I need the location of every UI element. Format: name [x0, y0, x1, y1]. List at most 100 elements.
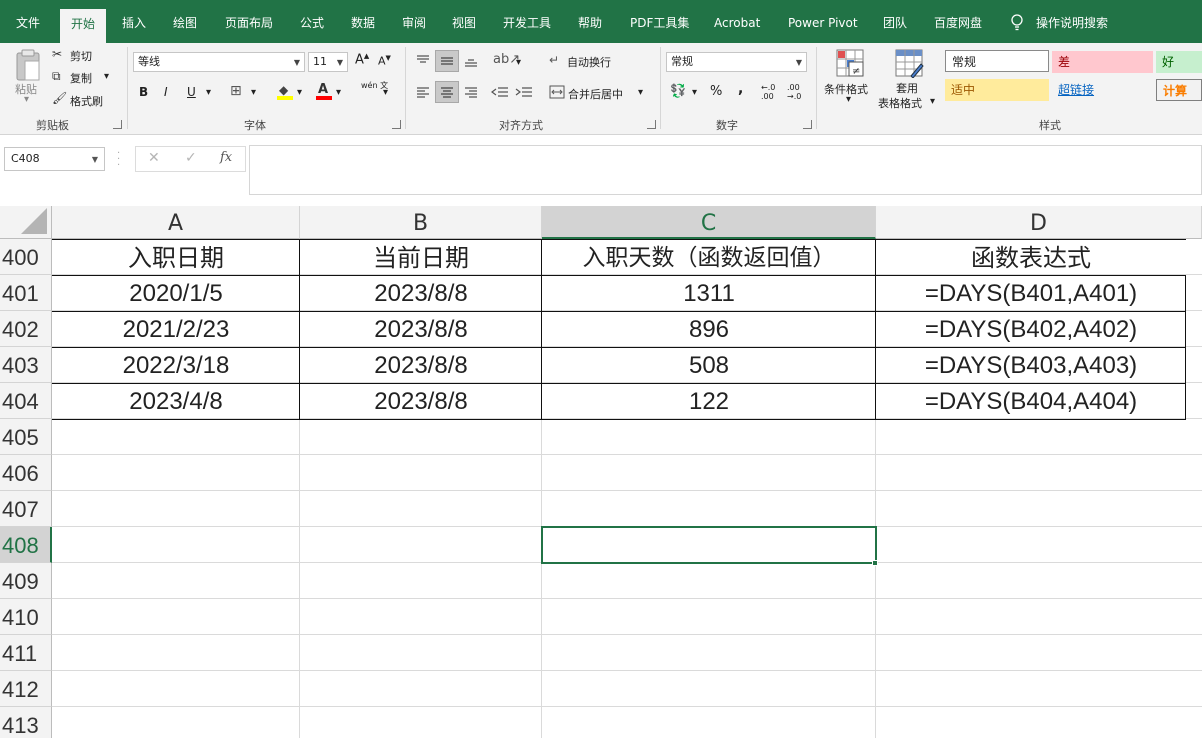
cell-a401[interactable]: 2020/1/5: [52, 275, 300, 311]
cell-a404[interactable]: 2023/4/8: [52, 383, 300, 419]
row-header-403[interactable]: 403: [0, 347, 52, 383]
number-launcher-icon[interactable]: [803, 120, 812, 129]
row-header-410[interactable]: 410: [0, 599, 52, 635]
tab-developer[interactable]: 开发工具: [503, 0, 551, 43]
row-header-407[interactable]: 407: [0, 491, 52, 527]
tab-baidu-netdisk[interactable]: 百度网盘: [934, 0, 982, 43]
cell-c404[interactable]: 122: [542, 383, 876, 419]
italic-button[interactable]: I: [164, 85, 168, 99]
align-top-icon[interactable]: [415, 53, 431, 69]
accounting-dropdown-arrow[interactable]: ▾: [692, 87, 697, 98]
tab-review[interactable]: 审阅: [402, 0, 426, 43]
alignment-launcher-icon[interactable]: [647, 120, 656, 129]
column-header-d[interactable]: D: [876, 206, 1202, 239]
font-color-dropdown-arrow[interactable]: ▾: [336, 87, 341, 98]
formula-bar-grip-icon[interactable]: · · ·: [117, 149, 120, 171]
row-header-412[interactable]: 412: [0, 671, 52, 707]
column-header-b[interactable]: B: [300, 206, 542, 239]
tab-file[interactable]: 文件: [16, 0, 40, 43]
decrease-indent-icon[interactable]: [491, 84, 509, 100]
phonetic-guide-icon[interactable]: wén 文: [361, 81, 388, 91]
cell-d401[interactable]: =DAYS(B401,A401): [876, 275, 1186, 311]
orientation-dropdown-arrow[interactable]: ▾: [516, 57, 521, 68]
fill-color-icon[interactable]: ◆: [277, 83, 293, 100]
column-header-a[interactable]: A: [52, 206, 300, 239]
cell-b402[interactable]: 2023/8/8: [300, 311, 542, 347]
tab-help[interactable]: 帮助: [578, 0, 602, 43]
enter-icon[interactable]: ✓: [185, 150, 197, 166]
active-cell-c408[interactable]: [541, 526, 877, 564]
decrease-decimal-button[interactable]: .00 →.0: [787, 83, 809, 101]
column-header-c[interactable]: C: [542, 206, 876, 239]
cell-d400[interactable]: 函数表达式: [876, 239, 1186, 275]
cell-d403[interactable]: =DAYS(B403,A403): [876, 347, 1186, 383]
align-bottom-icon[interactable]: [463, 53, 479, 69]
wrap-text-button[interactable]: 自动换行: [567, 54, 611, 70]
tab-view[interactable]: 视图: [452, 0, 476, 43]
cell-c402[interactable]: 896: [542, 311, 876, 347]
cell-b404[interactable]: 2023/8/8: [300, 383, 542, 419]
copy-dropdown-arrow[interactable]: ▾: [104, 71, 109, 82]
cell-b403[interactable]: 2023/8/8: [300, 347, 542, 383]
paste-icon[interactable]: [14, 48, 42, 82]
format-as-table-dropdown-arrow[interactable]: ▾: [930, 96, 935, 107]
cell-b401[interactable]: 2023/8/8: [300, 275, 542, 311]
row-header-411[interactable]: 411: [0, 635, 52, 671]
font-color-icon[interactable]: A: [316, 82, 332, 100]
tab-power-pivot[interactable]: Power Pivot: [788, 0, 858, 43]
format-painter-button[interactable]: 格式刷: [70, 93, 103, 109]
insert-function-icon[interactable]: fx: [220, 150, 232, 165]
font-name-select[interactable]: 等线 ▼: [133, 52, 305, 72]
tab-insert[interactable]: 插入: [122, 0, 146, 43]
tab-home[interactable]: 开始: [60, 9, 107, 43]
format-as-table-button-line1[interactable]: 套用: [896, 80, 918, 96]
tab-page-layout[interactable]: 页面布局: [225, 0, 273, 43]
formula-input[interactable]: [249, 145, 1202, 195]
cell-a400[interactable]: 入职日期: [52, 239, 300, 275]
number-format-select[interactable]: 常规 ▼: [666, 52, 807, 72]
fill-color-dropdown-arrow[interactable]: ▾: [297, 87, 302, 98]
comma-style-button[interactable]: ,: [738, 81, 743, 97]
borders-icon[interactable]: ⊞: [230, 83, 242, 99]
row-header-408[interactable]: 408: [0, 527, 52, 563]
copy-button[interactable]: 复制: [70, 70, 92, 86]
increase-decimal-button[interactable]: ←.0 .00: [761, 83, 783, 101]
align-left-icon[interactable]: [415, 84, 431, 100]
name-box[interactable]: C408 ▼: [4, 147, 105, 171]
style-bad[interactable]: 差: [1052, 51, 1153, 73]
row-header-404[interactable]: 404: [0, 383, 52, 419]
row-header-402[interactable]: 402: [0, 311, 52, 347]
row-header-405[interactable]: 405: [0, 419, 52, 455]
borders-dropdown-arrow[interactable]: ▾: [251, 87, 256, 98]
row-header-400[interactable]: 400: [0, 239, 52, 275]
merge-dropdown-arrow[interactable]: ▾: [638, 87, 643, 98]
increase-font-icon[interactable]: A▲: [355, 52, 369, 67]
cell-c403[interactable]: 508: [542, 347, 876, 383]
underline-dropdown-arrow[interactable]: ▾: [206, 87, 211, 98]
style-hyperlink[interactable]: 超链接: [1052, 79, 1153, 101]
paste-dropdown-arrow[interactable]: ▾: [24, 94, 29, 105]
row-header-413[interactable]: 413: [0, 707, 52, 738]
style-good[interactable]: 好: [1156, 51, 1202, 73]
tab-data[interactable]: 数据: [351, 0, 375, 43]
tab-formulas[interactable]: 公式: [300, 0, 324, 43]
fill-handle[interactable]: [872, 560, 878, 566]
align-center-button[interactable]: [435, 81, 459, 103]
cut-button[interactable]: 剪切: [70, 48, 92, 64]
row-header-406[interactable]: 406: [0, 455, 52, 491]
tab-acrobat[interactable]: Acrobat: [714, 0, 760, 43]
cell-c401[interactable]: 1311: [542, 275, 876, 311]
tab-team[interactable]: 团队: [883, 0, 907, 43]
row-header-401[interactable]: 401: [0, 275, 52, 311]
align-middle-button[interactable]: [435, 50, 459, 72]
format-as-table-button-line2[interactable]: 表格格式: [878, 95, 922, 111]
cell-b400[interactable]: 当前日期: [300, 239, 542, 275]
cell-c400[interactable]: 入职天数（函数返回值）: [542, 239, 876, 275]
underline-button[interactable]: U: [187, 85, 196, 99]
tab-draw[interactable]: 绘图: [173, 0, 197, 43]
decrease-font-icon[interactable]: A▼: [378, 54, 391, 68]
conditional-format-dropdown-arrow[interactable]: ▾: [846, 94, 851, 105]
select-all-button[interactable]: [0, 206, 52, 239]
accounting-format-icon[interactable]: 💱: [670, 84, 686, 99]
percent-style-button[interactable]: %: [710, 84, 722, 99]
